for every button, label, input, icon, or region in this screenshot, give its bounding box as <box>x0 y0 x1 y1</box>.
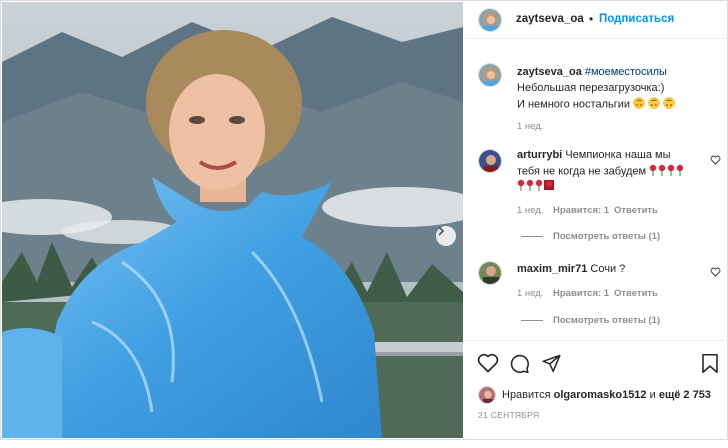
caption-time[interactable]: 1 нед. <box>517 121 543 132</box>
share-icon[interactable] <box>541 353 562 373</box>
photo-illustration <box>2 2 463 438</box>
rose-emoji-icon <box>517 179 563 194</box>
likes-and: и <box>649 389 656 401</box>
caption-header: zaytseva_oa #моеместосилы <box>517 66 667 78</box>
comment-1-line-1: arturrybi Чемпионка наша мы <box>517 149 671 161</box>
post-sidebar: zaytseva_oa • Подписаться zaytseva_oa #мо… <box>464 2 728 438</box>
comment-2-text: Сочи ? <box>590 263 626 275</box>
caption-hashtag[interactable]: #моеместосилы <box>585 66 667 78</box>
caption-line-2-text: И немного ностальгии <box>517 98 631 111</box>
upside-down-face-emoji-icon <box>633 97 677 112</box>
likes-prefix: Нравится <box>502 389 551 401</box>
comment-icon[interactable] <box>509 353 530 374</box>
comment-2-time[interactable]: 1 нед. <box>517 288 543 299</box>
post-photo[interactable] <box>2 2 463 438</box>
rose-emoji-icon <box>649 164 685 179</box>
chevron-right-icon <box>438 226 445 236</box>
comment-1-time[interactable]: 1 нед. <box>517 205 543 216</box>
liker-username[interactable]: olgaromasko1512 <box>554 389 647 401</box>
comment-1-view-replies[interactable]: Посмотреть ответы (1) <box>553 231 660 242</box>
likes-more[interactable]: ещё 2 753 <box>659 389 711 401</box>
caption-avatar[interactable] <box>478 63 502 87</box>
comment-1-line-2: тебя не когда не забудем <box>517 164 685 179</box>
bookmark-icon[interactable] <box>701 353 719 374</box>
comment-2-view-replies[interactable]: Посмотреть ответы (1) <box>553 315 660 326</box>
author-avatar[interactable] <box>478 8 502 32</box>
post-date[interactable]: 21 СЕНТЯБРЯ <box>478 410 539 420</box>
comment-2-like-heart-icon[interactable] <box>710 267 721 277</box>
comment-1-username[interactable]: arturrybi <box>517 149 562 161</box>
next-photo-button[interactable] <box>436 226 456 246</box>
replies-divider <box>521 320 543 321</box>
heart-icon[interactable] <box>477 353 499 373</box>
follow-button[interactable]: Подписаться <box>599 13 674 25</box>
comments-section: zaytseva_oa #моеместосилы Небольшая перез… <box>464 40 728 338</box>
comment-2-likes[interactable]: Нравится: 1 <box>553 288 609 299</box>
comment-2-username[interactable]: maxim_mir71 <box>517 263 587 275</box>
caption-username[interactable]: zaytseva_oa <box>517 66 582 78</box>
likes-summary: Нравится olgaromasko1512 и ещё 2 753 <box>464 386 728 408</box>
caption-line-2: И немного ностальгии <box>517 97 677 112</box>
comment-1-text-2: тебя не когда не забудем <box>517 165 647 178</box>
comment-1-like-heart-icon[interactable] <box>710 155 721 165</box>
post-header: zaytseva_oa • Подписаться <box>464 2 728 39</box>
comment-2-line: maxim_mir71 Сочи ? <box>517 263 625 275</box>
comment-avatar-arturrybi[interactable] <box>478 149 502 173</box>
separator-dot: • <box>589 12 594 26</box>
comment-1-text-1: Чемпионка наша мы <box>565 149 671 161</box>
author-username[interactable]: zaytseva_oa <box>516 13 584 25</box>
instagram-post: zaytseva_oa • Подписаться zaytseva_oa #мо… <box>0 0 728 440</box>
action-bar <box>464 340 728 386</box>
comment-avatar-maxim[interactable] <box>478 261 502 285</box>
comment-1-likes[interactable]: Нравится: 1 <box>553 205 609 216</box>
comment-1-reply-button[interactable]: Ответить <box>614 205 658 216</box>
replies-divider <box>521 236 543 237</box>
likes-text: Нравится olgaromasko1512 и ещё 2 753 <box>502 389 711 401</box>
caption-line-1: Небольшая перезагрузочка:) <box>517 82 665 94</box>
liker-avatar[interactable] <box>478 386 496 404</box>
comment-2-reply-button[interactable]: Ответить <box>614 288 658 299</box>
